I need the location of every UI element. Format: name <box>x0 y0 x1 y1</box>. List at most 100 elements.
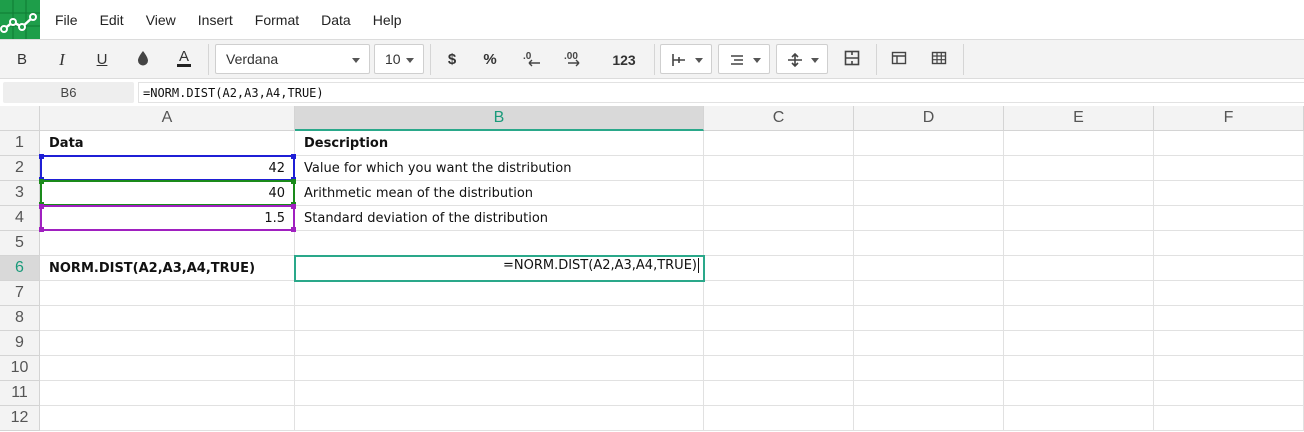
decimal-decrease-button[interactable]: .0 <box>515 44 549 75</box>
column-header-b[interactable]: B <box>295 106 704 131</box>
cell-editor-b6[interactable]: =NORM.DIST(A2,A3,A4,TRUE) <box>294 255 705 282</box>
menu-file[interactable]: File <box>44 12 89 28</box>
cell-f3[interactable] <box>1154 181 1304 206</box>
valign-dropdown[interactable] <box>776 44 828 74</box>
cell-d3[interactable] <box>854 181 1004 206</box>
cell-c11[interactable] <box>704 381 854 406</box>
cell-d1[interactable] <box>854 131 1004 156</box>
cell-c5[interactable] <box>704 231 854 256</box>
cell-a7[interactable] <box>40 281 295 306</box>
fill-color-button[interactable] <box>127 44 159 75</box>
menu-data[interactable]: Data <box>310 12 362 28</box>
name-box[interactable]: B6 <box>3 82 134 103</box>
cell-b10[interactable] <box>295 356 704 381</box>
row-header-5[interactable]: 5 <box>0 231 40 256</box>
cell-e9[interactable] <box>1004 331 1154 356</box>
cell-e7[interactable] <box>1004 281 1154 306</box>
cell-f2[interactable] <box>1154 156 1304 181</box>
row-header-6[interactable]: 6 <box>0 256 40 281</box>
cell-a5[interactable] <box>40 231 295 256</box>
cell-a1[interactable]: Data <box>40 131 295 156</box>
cell-a8[interactable] <box>40 306 295 331</box>
cell-e8[interactable] <box>1004 306 1154 331</box>
cell-b3[interactable]: Arithmetic mean of the distribution <box>295 181 704 206</box>
cell-c1[interactable] <box>704 131 854 156</box>
freeze-button[interactable] <box>883 44 915 75</box>
cell-c8[interactable] <box>704 306 854 331</box>
cell-a10[interactable] <box>40 356 295 381</box>
row-header-10[interactable]: 10 <box>0 356 40 381</box>
row-header-1[interactable]: 1 <box>0 131 40 156</box>
cell-f10[interactable] <box>1154 356 1304 381</box>
cell-d6[interactable] <box>854 256 1004 281</box>
cell-a9[interactable] <box>40 331 295 356</box>
app-logo-icon[interactable] <box>0 0 40 39</box>
row-header-7[interactable]: 7 <box>0 281 40 306</box>
cell-f11[interactable] <box>1154 381 1304 406</box>
column-header-a[interactable]: A <box>40 106 295 131</box>
menu-view[interactable]: View <box>135 12 187 28</box>
cell-b2[interactable]: Value for which you want the distributio… <box>295 156 704 181</box>
cell-c6[interactable] <box>704 256 854 281</box>
menu-insert[interactable]: Insert <box>187 12 244 28</box>
font-size-select[interactable]: 10 <box>374 44 424 74</box>
menu-help[interactable]: Help <box>362 12 413 28</box>
merge-cells-button[interactable] <box>836 44 868 75</box>
cell-d10[interactable] <box>854 356 1004 381</box>
cell-c12[interactable] <box>704 406 854 431</box>
cell-e1[interactable] <box>1004 131 1154 156</box>
cell-a3[interactable]: 40 <box>40 181 295 206</box>
cell-c7[interactable] <box>704 281 854 306</box>
menu-format[interactable]: Format <box>244 12 310 28</box>
cell-d8[interactable] <box>854 306 1004 331</box>
cell-e6[interactable] <box>1004 256 1154 281</box>
cell-e5[interactable] <box>1004 231 1154 256</box>
cell-c9[interactable] <box>704 331 854 356</box>
cell-a12[interactable] <box>40 406 295 431</box>
borders-dropdown[interactable] <box>660 44 712 74</box>
cell-e2[interactable] <box>1004 156 1154 181</box>
decimal-increase-button[interactable]: .00 <box>557 44 591 75</box>
align-dropdown[interactable] <box>718 44 770 74</box>
select-all-corner[interactable] <box>0 106 40 131</box>
row-header-2[interactable]: 2 <box>0 156 40 181</box>
underline-button[interactable]: U <box>86 44 118 75</box>
italic-button[interactable]: I <box>46 44 78 75</box>
spreadsheet-grid[interactable]: A B C D E F 1 2 3 4 5 6 7 8 9 10 11 12 D… <box>0 106 1304 432</box>
cell-b9[interactable] <box>295 331 704 356</box>
grid-button[interactable] <box>923 44 955 75</box>
cell-e3[interactable] <box>1004 181 1154 206</box>
cell-f12[interactable] <box>1154 406 1304 431</box>
cell-c2[interactable] <box>704 156 854 181</box>
cell-d11[interactable] <box>854 381 1004 406</box>
cell-f6[interactable] <box>1154 256 1304 281</box>
cell-f9[interactable] <box>1154 331 1304 356</box>
row-header-3[interactable]: 3 <box>0 181 40 206</box>
cell-editor-text[interactable]: =NORM.DIST(A2,A3,A4,TRUE) <box>503 258 699 273</box>
cell-c3[interactable] <box>704 181 854 206</box>
cell-b12[interactable] <box>295 406 704 431</box>
cell-b11[interactable] <box>295 381 704 406</box>
cell-c10[interactable] <box>704 356 854 381</box>
row-header-11[interactable]: 11 <box>0 381 40 406</box>
cell-c4[interactable] <box>704 206 854 231</box>
cell-b7[interactable] <box>295 281 704 306</box>
menu-edit[interactable]: Edit <box>89 12 135 28</box>
column-header-e[interactable]: E <box>1004 106 1154 131</box>
cell-e4[interactable] <box>1004 206 1154 231</box>
cell-d2[interactable] <box>854 156 1004 181</box>
cell-b8[interactable] <box>295 306 704 331</box>
percent-format-button[interactable]: % <box>474 44 506 75</box>
cell-d9[interactable] <box>854 331 1004 356</box>
cell-d5[interactable] <box>854 231 1004 256</box>
cell-b1[interactable]: Description <box>295 131 704 156</box>
cell-e12[interactable] <box>1004 406 1154 431</box>
row-header-8[interactable]: 8 <box>0 306 40 331</box>
cell-e10[interactable] <box>1004 356 1154 381</box>
cell-d7[interactable] <box>854 281 1004 306</box>
font-family-select[interactable]: Verdana <box>215 44 370 74</box>
cell-e11[interactable] <box>1004 381 1154 406</box>
cell-a2[interactable]: 42 <box>40 156 295 181</box>
cell-d12[interactable] <box>854 406 1004 431</box>
cell-f8[interactable] <box>1154 306 1304 331</box>
